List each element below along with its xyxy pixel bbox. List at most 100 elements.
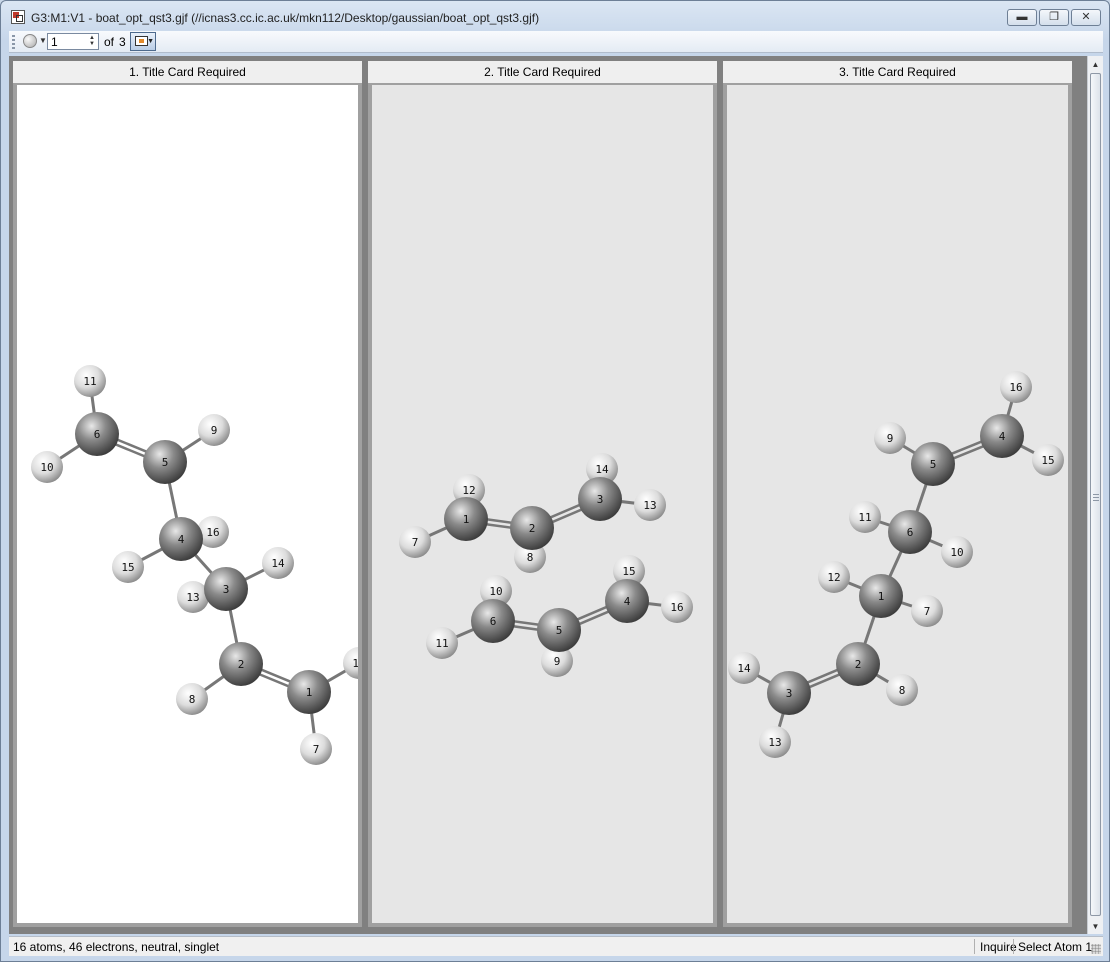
total-molecules: 3: [119, 35, 126, 49]
molecule-canvas[interactable]: 78910111213141516123456: [372, 85, 713, 923]
close-button[interactable]: ✕: [1071, 9, 1101, 26]
molecule-info: 16 atoms, 46 electrons, neutral, singlet: [13, 940, 220, 954]
atom-2[interactable]: 2: [219, 642, 263, 686]
atom-label: 8: [189, 693, 196, 706]
molecule-structure[interactable]: 78910111213141516123456: [17, 85, 358, 923]
atom-4[interactable]: 4: [605, 579, 649, 623]
atom-label: 11: [83, 375, 96, 388]
title-bar[interactable]: G3:M1:V1 - boat_opt_qst3.gjf (//icnas3.c…: [1, 1, 1109, 31]
atom-label: 15: [121, 561, 134, 574]
atom-5[interactable]: 5: [911, 442, 955, 486]
atom-16[interactable]: 16: [1000, 371, 1032, 403]
scroll-up-icon[interactable]: ▲: [1088, 56, 1103, 72]
atom-label: 13: [643, 499, 656, 512]
atom-label: 1: [878, 590, 885, 603]
atom-label: 1: [463, 513, 470, 526]
view-mode-button[interactable]: ▼: [130, 32, 156, 51]
molecule-toolbar: ▼ ▲ ▼ of 3 ▼: [9, 31, 1103, 53]
of-label: of: [104, 35, 115, 49]
atom-11[interactable]: 11: [426, 627, 458, 659]
scroll-down-icon[interactable]: ▼: [1088, 918, 1103, 934]
molecule-structure[interactable]: 78910111213141516123456: [727, 85, 1068, 923]
atom-6[interactable]: 6: [75, 412, 119, 456]
atom-16[interactable]: 16: [661, 591, 693, 623]
atom-7[interactable]: 7: [911, 595, 943, 627]
atom-label: 4: [178, 533, 185, 546]
atom-3[interactable]: 3: [204, 567, 248, 611]
atom-4[interactable]: 4: [159, 517, 203, 561]
atom-11[interactable]: 11: [849, 501, 881, 533]
atom-9[interactable]: 9: [198, 414, 230, 446]
atom-5[interactable]: 5: [537, 608, 581, 652]
toolbar-grip[interactable]: [12, 35, 15, 49]
atom-15[interactable]: 15: [112, 551, 144, 583]
atom-2[interactable]: 2: [836, 642, 880, 686]
atom-12[interactable]: 12: [818, 561, 850, 593]
atom-label: 13: [186, 591, 199, 604]
atom-8[interactable]: 8: [886, 674, 918, 706]
atom-14[interactable]: 14: [262, 547, 294, 579]
molecule-page-input[interactable]: [48, 34, 92, 49]
atom-label: 4: [624, 595, 631, 608]
atom-label: 1: [306, 686, 313, 699]
atom-label: 5: [930, 458, 937, 471]
atom-2[interactable]: 2: [510, 506, 554, 550]
stepper-down-icon[interactable]: ▼: [87, 41, 97, 47]
atom-4[interactable]: 4: [980, 414, 1024, 458]
atom-14[interactable]: 14: [728, 652, 760, 684]
atom-13[interactable]: 13: [759, 726, 791, 758]
molecule-panel-3: 3. Title Card Required 7 8 9 10 11 12 13 14 15 16…: [723, 61, 1072, 927]
action-indicator: Select Atom 1: [1018, 940, 1093, 954]
restore-button[interactable]: ❐: [1039, 9, 1069, 26]
atom-3[interactable]: 3: [767, 671, 811, 715]
atom-6[interactable]: 6: [471, 599, 515, 643]
molecule-structure[interactable]: 78910111213141516123456: [372, 85, 713, 923]
atom-7[interactable]: 7: [300, 733, 332, 765]
atom-5[interactable]: 5: [143, 440, 187, 484]
resize-grip-icon[interactable]: [1091, 944, 1101, 954]
atom-11[interactable]: 11: [74, 365, 106, 397]
atom-label: 14: [737, 662, 751, 675]
gaussview-app-icon[interactable]: [11, 10, 25, 24]
atom-1[interactable]: 1: [287, 670, 331, 714]
animation-dropdown-icon[interactable]: ▼: [39, 36, 47, 45]
atom-7[interactable]: 7: [399, 526, 431, 558]
status-divider: [1013, 939, 1014, 954]
atom-label: 5: [556, 624, 563, 637]
status-divider: [974, 939, 975, 954]
atom-label: 15: [622, 565, 635, 578]
molecule-canvas[interactable]: 78910111213141516123456: [727, 85, 1068, 923]
atom-13[interactable]: 13: [177, 581, 209, 613]
atom-label: 3: [597, 493, 604, 506]
atom-12[interactable]: 12: [343, 647, 358, 679]
atom-1[interactable]: 1: [859, 574, 903, 618]
atom-1[interactable]: 1: [444, 497, 488, 541]
molecule-canvas[interactable]: 78910111213141516123456: [17, 85, 358, 923]
atom-label: 16: [670, 601, 683, 614]
atom-label: 10: [489, 585, 502, 598]
atom-3[interactable]: 3: [578, 477, 622, 521]
atom-label: 12: [827, 571, 840, 584]
atom-label: 6: [490, 615, 497, 628]
scroll-thumb[interactable]: [1090, 73, 1101, 916]
atom-label: 14: [271, 557, 285, 570]
atom-13[interactable]: 13: [634, 489, 666, 521]
minimize-button[interactable]: ▬: [1007, 9, 1037, 26]
atom-label: 2: [529, 522, 536, 535]
vertical-scrollbar[interactable]: ▲ ▼: [1087, 56, 1103, 934]
molecule-page-stepper[interactable]: ▲ ▼: [47, 33, 99, 50]
atom-6[interactable]: 6: [888, 510, 932, 554]
atom-15[interactable]: 15: [1032, 444, 1064, 476]
atom-label: 12: [462, 484, 475, 497]
panel-title: 2. Title Card Required: [368, 61, 717, 83]
molecule-panel-1: 1. Title Card Required 78910111213141516…: [13, 61, 362, 927]
animation-button[interactable]: [23, 34, 37, 48]
atom-9[interactable]: 9: [874, 422, 906, 454]
atom-label: 7: [313, 743, 320, 756]
atom-8[interactable]: 8: [176, 683, 208, 715]
close-icon: ✕: [1081, 11, 1091, 23]
molecule-views-area: 1. Title Card Required 78910111213141516…: [9, 56, 1103, 934]
atom-10[interactable]: 10: [31, 451, 63, 483]
stepper-arrows[interactable]: ▲ ▼: [87, 35, 97, 48]
atom-10[interactable]: 10: [941, 536, 973, 568]
